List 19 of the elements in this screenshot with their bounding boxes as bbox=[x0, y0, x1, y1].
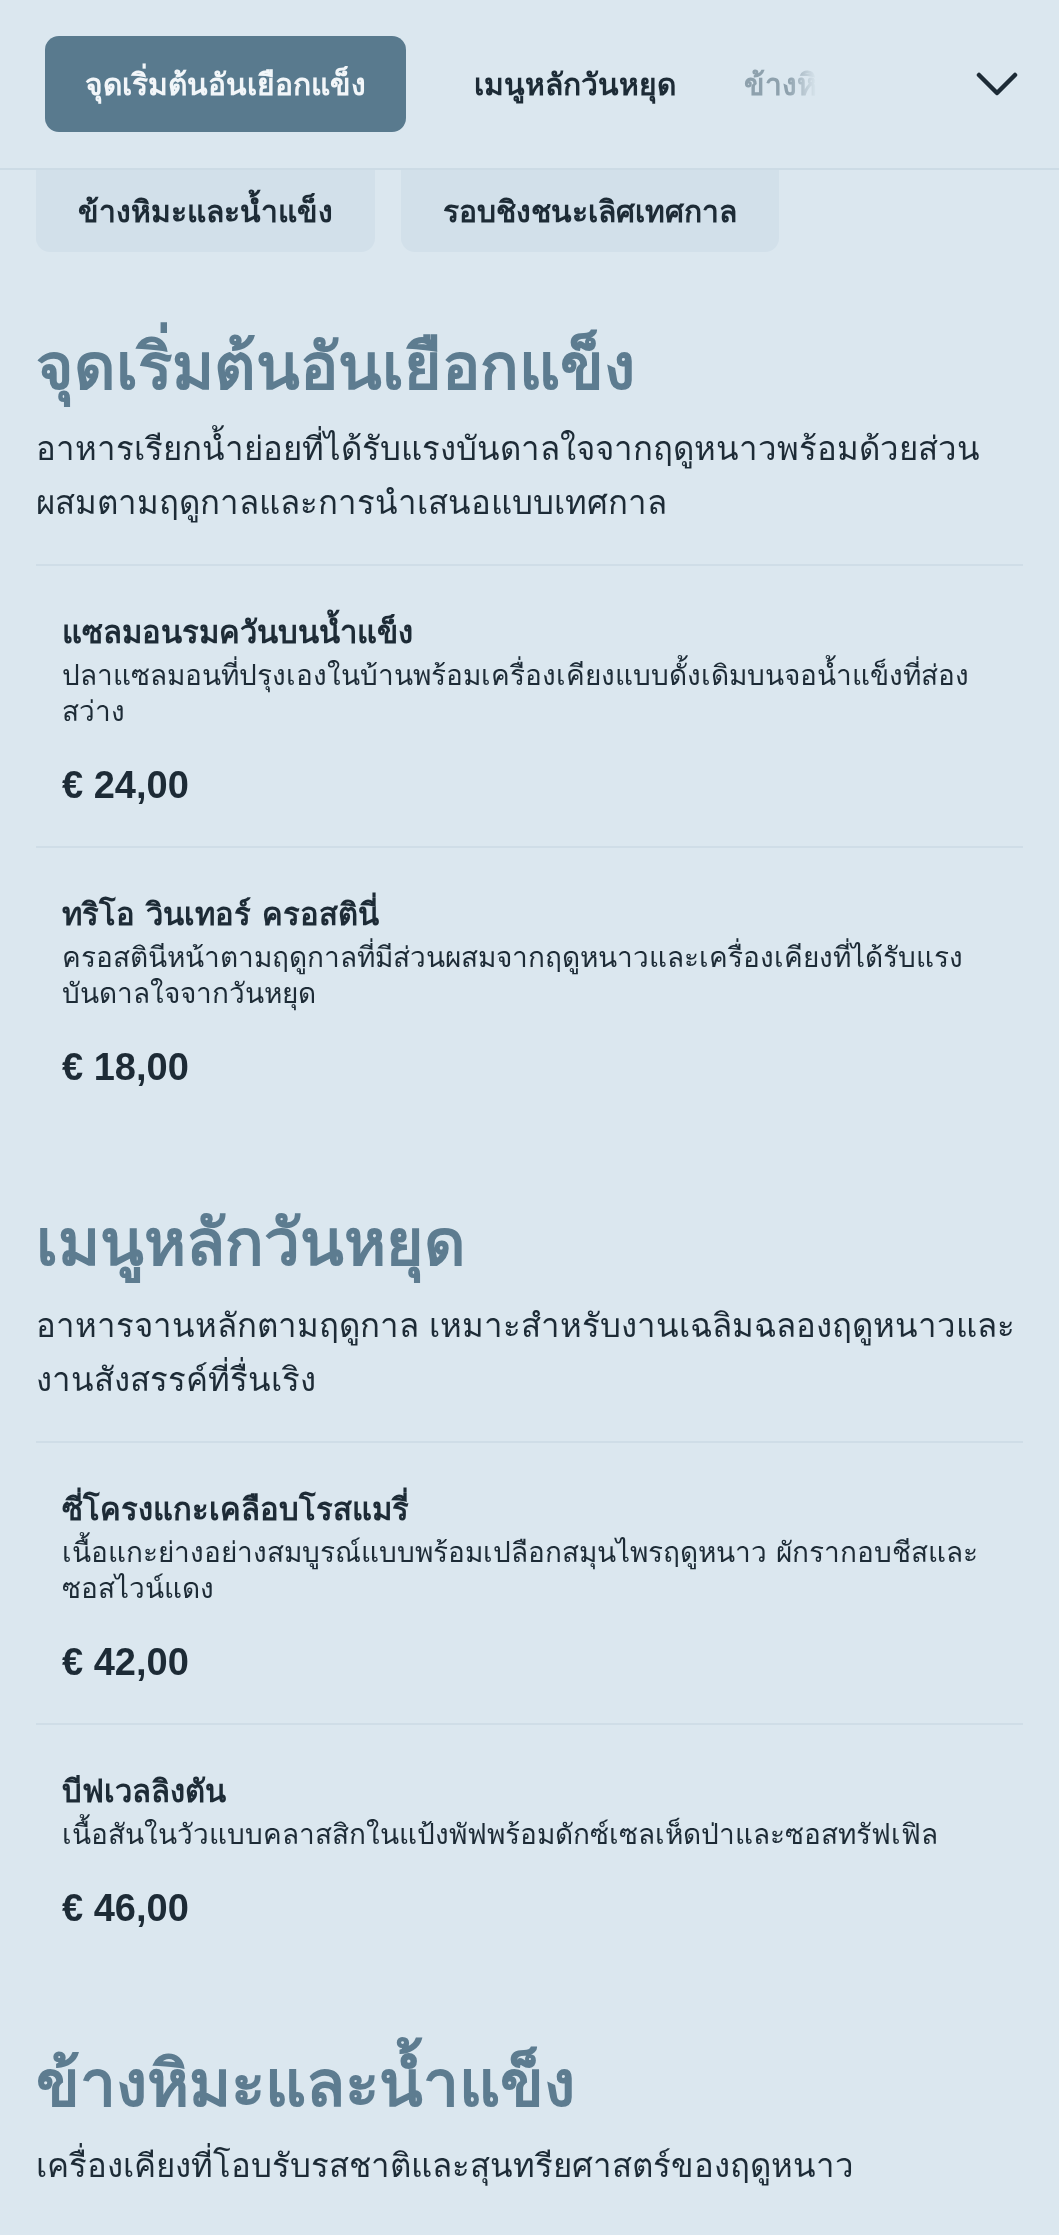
section-description: อาหารเรียกน้ำย่อยที่ได้รับแรงบันดาลใจจากฤดูหนาวพร้อมด้วยส่วนผสมตามฤดูกาลและการนำเสนอแบบเทศกาล bbox=[36, 422, 1023, 531]
dish-description: เนื้อแกะย่างอย่างสมบูรณ์แบบพร้อมเปลือกสมุนไพรฤดูหนาว ผักรากอบชีสและซอสไวน์แดง bbox=[62, 1534, 983, 1607]
section-description: เครื่องเคียงที่โอบรับรสชาติและสุนทรียศาสตร์ของฤดูหนาว bbox=[36, 2139, 1023, 2194]
dish-price: € 42,00 bbox=[62, 1639, 190, 1685]
category-tab[interactable]: รอบชิงชนะเลิศเทศกาล bbox=[401, 170, 779, 252]
section-title: จุดเริ่มต้นอันเยือกแข็ง bbox=[36, 316, 1023, 419]
category-tab[interactable]: เมนูหลักวันหยุด bbox=[434, 36, 716, 132]
section-title: เมนูหลักวันหยุด bbox=[36, 1205, 467, 1285]
dish-name: บีฟเวลลิงตัน bbox=[62, 1771, 227, 1811]
chevron-down-icon[interactable] bbox=[975, 70, 1019, 98]
dish-price: € 18,00 bbox=[62, 1045, 190, 1091]
dish-price: € 24,00 bbox=[62, 763, 190, 809]
dish-description: เนื้อสันในวัวแบบคลาสสิกในแป้งพัฟพร้อมดักซ์เซลเห็ดป่าและซอสทรัฟเฟิล bbox=[62, 1816, 983, 1853]
section-title: ข้างหิมะและน้ำแข็ง bbox=[36, 2032, 1023, 2136]
dish-price: € 46,00 bbox=[62, 1885, 190, 1931]
category-tab[interactable]: จุดเริ่มต้นอันเยือกแข็ง bbox=[45, 36, 406, 132]
section-description: อาหารจานหลักตามฤดูกาล เหมาะสำหรับงานเฉลิมฉลองฤดูหนาวและงานสังสรรค์ที่รื่นเริง bbox=[36, 1304, 1017, 1401]
category-tab[interactable]: ข้างหิมะและน้ำแข็ง bbox=[36, 170, 375, 252]
dish-description: ครอสตินีหน้าตามฤดูกาลที่มีส่วนผสมจากฤดูหนาวและเครื่องเคียงที่ได้รับแรงบันดาลใจจากวันหยุด bbox=[62, 940, 983, 1013]
